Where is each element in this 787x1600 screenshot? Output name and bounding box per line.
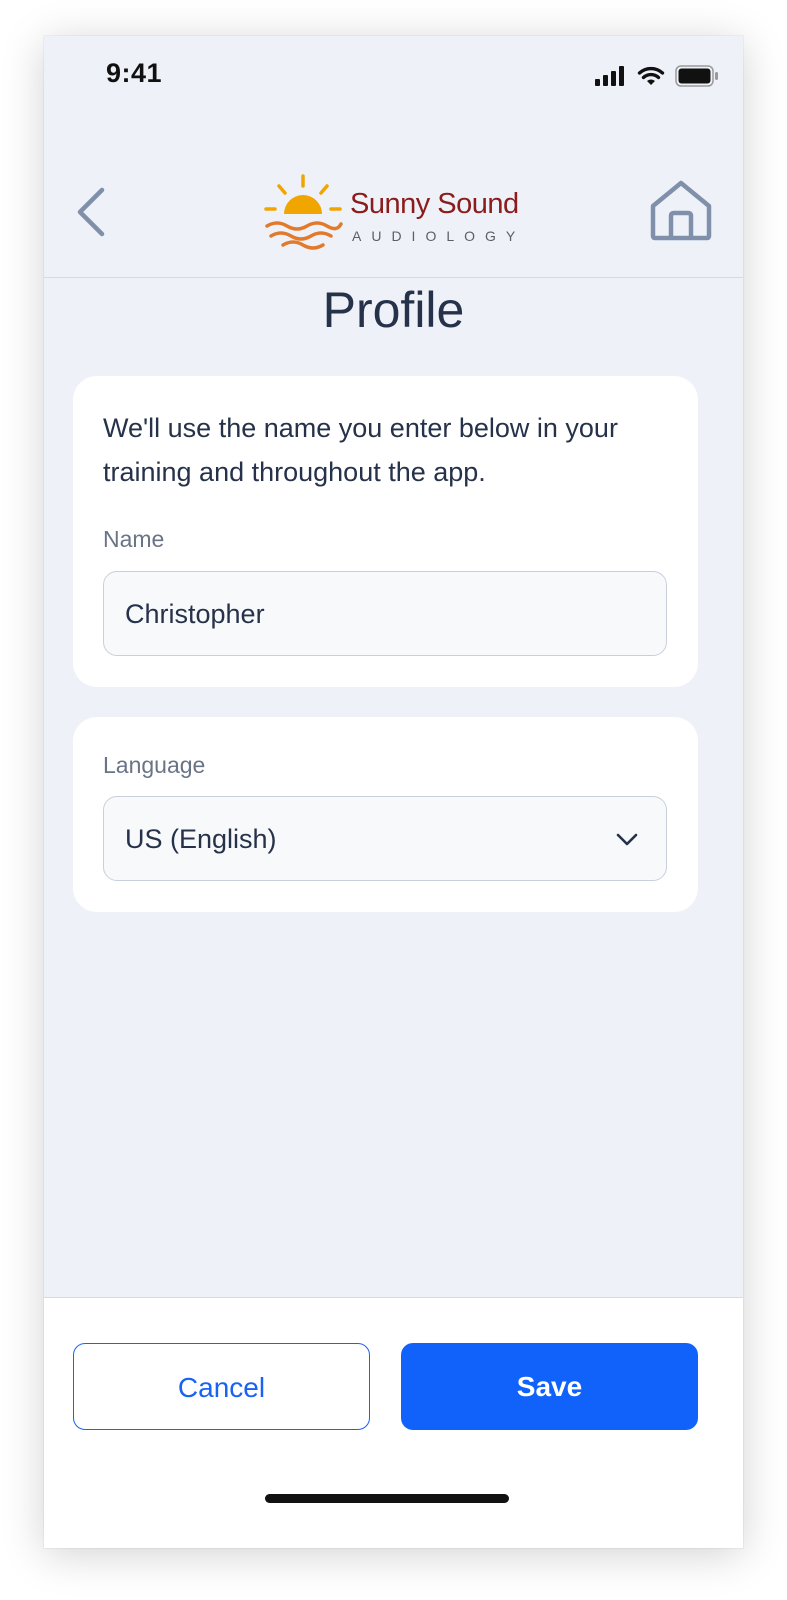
battery-icon [675,65,718,87]
status-icons [595,64,719,88]
language-selected-value: US (English) [125,824,277,854]
status-bar: 9:41 [44,36,743,122]
nav-bar: Sunny Sound AUDIOLOGY [44,122,743,278]
footer-actions: Cancel Save [44,1297,743,1548]
status-time: 9:41 [106,58,163,88]
phone-screen: 9:41 Sunny Sound AUDIOLOGY Profile We'll… [44,36,743,1548]
name-description: We'll use the name you enter below in yo… [103,413,618,487]
home-indicator [265,1494,509,1503]
name-card: We'll use the name you enter below in yo… [73,376,698,687]
save-button[interactable]: Save [401,1343,698,1430]
language-label: Language [103,752,206,778]
sun-logo-icon [264,174,343,250]
signal-icon [595,66,624,86]
chevron-left-icon [77,187,105,237]
language-card: Language US (English) [73,717,698,912]
page-title: Profile [322,282,465,338]
language-select[interactable]: US (English) [103,796,667,881]
logo-name: Sunny Sound [350,188,519,220]
home-button[interactable] [647,178,715,242]
name-label: Name [103,526,165,552]
cancel-button[interactable]: Cancel [73,1343,370,1430]
name-field [103,571,667,657]
logo-tagline: AUDIOLOGY [352,228,526,244]
home-icon [650,180,712,241]
sunny-sound-logo: Sunny Sound AUDIOLOGY [263,174,523,252]
wifi-icon [637,66,665,85]
name-input[interactable] [125,572,645,657]
back-button[interactable] [72,182,112,242]
chevron-down-icon [616,833,638,846]
